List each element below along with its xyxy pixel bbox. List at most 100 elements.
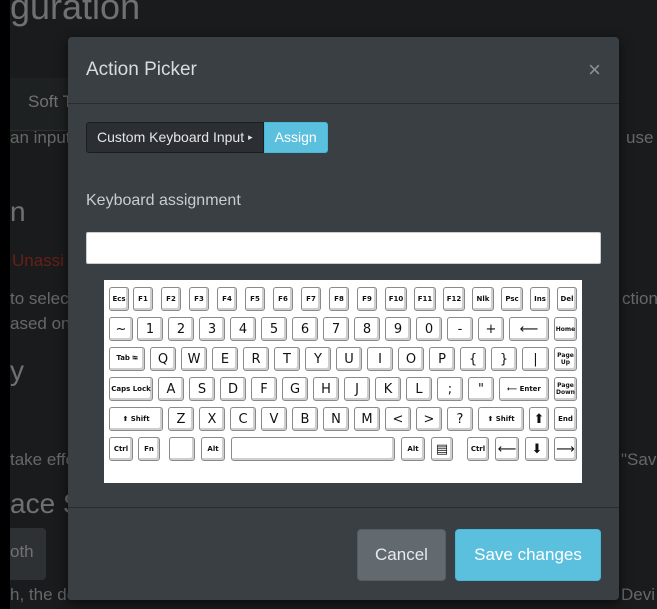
key-windows[interactable] [169, 437, 195, 461]
key-a[interactable]: A [158, 377, 184, 401]
key-x[interactable]: X [199, 407, 225, 431]
key-left-alt[interactable]: Alt [201, 437, 225, 461]
key-esc[interactable]: Ecs [109, 287, 129, 311]
modal-footer: Cancel Save changes [68, 507, 619, 601]
key-printscreen[interactable]: Psc [501, 287, 523, 311]
key-6[interactable]: 6 [292, 317, 318, 341]
key-f8[interactable]: F8 [329, 287, 349, 311]
key-q[interactable]: Q [150, 347, 176, 371]
key-f4[interactable]: F4 [217, 287, 237, 311]
key-f9[interactable]: F9 [357, 287, 377, 311]
key-f5[interactable]: F5 [245, 287, 265, 311]
key-p[interactable]: P [429, 347, 455, 371]
key-delete[interactable]: Del [557, 287, 577, 311]
modal-header: Action Picker × [68, 37, 619, 104]
key-greater-than[interactable]: > [416, 407, 442, 431]
action-type-dropdown[interactable]: Custom Keyboard Input ▸ [86, 122, 264, 153]
key-d[interactable]: D [220, 377, 246, 401]
key-f12[interactable]: F12 [443, 287, 465, 311]
key-left-ctrl[interactable]: Ctrl [109, 437, 133, 461]
key-enter[interactable]: ⟵ Enter [499, 377, 549, 401]
key-l[interactable]: L [406, 377, 432, 401]
key-minus[interactable]: - [447, 317, 473, 341]
key-3[interactable]: 3 [199, 317, 225, 341]
key-fn[interactable]: Fn [138, 437, 160, 461]
key-tab[interactable]: Tab ⭾ [109, 347, 145, 371]
key-insert[interactable]: Ins [530, 287, 550, 311]
key-o[interactable]: O [398, 347, 424, 371]
key-f11[interactable]: F11 [414, 287, 436, 311]
key-1[interactable]: 1 [137, 317, 163, 341]
key-f[interactable]: F [251, 377, 277, 401]
key-8[interactable]: 8 [354, 317, 380, 341]
key-right-brace[interactable]: } [491, 347, 517, 371]
assign-button[interactable]: Assign [263, 122, 328, 153]
key-space[interactable] [231, 437, 395, 461]
key-f6[interactable]: F6 [273, 287, 293, 311]
key-pipe[interactable]: | [522, 347, 549, 371]
keyboard-assignment-label: Keyboard assignment [86, 192, 241, 209]
keyboard-assignment-input[interactable] [86, 232, 601, 264]
key-semicolon[interactable]: ; [437, 377, 463, 401]
key-n[interactable]: N [323, 407, 349, 431]
cancel-button[interactable]: Cancel [357, 529, 446, 581]
key-4[interactable]: 4 [230, 317, 256, 341]
key-7[interactable]: 7 [323, 317, 349, 341]
key-arrow-up[interactable]: ⬆ [529, 407, 549, 431]
key-left-brace[interactable]: { [460, 347, 486, 371]
key-right-alt[interactable]: Alt [401, 437, 425, 461]
caret-right-icon: ▸ [248, 132, 253, 142]
key-r[interactable]: R [243, 347, 269, 371]
key-m[interactable]: M [354, 407, 380, 431]
keyboard-image[interactable]: Ecs F1 F2 F3 F4 F5 F6 F7 F8 F9 F10 F11 F… [104, 280, 582, 483]
modal-title: Action Picker [86, 59, 197, 80]
key-page-down[interactable]: Page Down [554, 377, 577, 401]
key-less-than[interactable]: < [385, 407, 411, 431]
close-icon[interactable]: × [588, 57, 601, 83]
save-changes-button[interactable]: Save changes [455, 529, 601, 581]
key-g[interactable]: G [282, 377, 308, 401]
key-t[interactable]: T [274, 347, 300, 371]
key-s[interactable]: S [189, 377, 215, 401]
key-2[interactable]: 2 [168, 317, 194, 341]
key-numlock[interactable]: Nlk [472, 287, 494, 311]
key-backspace[interactable]: ⟵ [509, 317, 549, 341]
key-f7[interactable]: F7 [301, 287, 321, 311]
key-v[interactable]: V [261, 407, 287, 431]
action-picker-modal: Action Picker × Custom Keyboard Input ▸ … [68, 37, 619, 600]
dropdown-label: Custom Keyboard Input [97, 129, 245, 145]
key-5[interactable]: 5 [261, 317, 287, 341]
key-b[interactable]: B [292, 407, 318, 431]
key-k[interactable]: K [375, 377, 401, 401]
key-h[interactable]: H [313, 377, 339, 401]
key-c[interactable]: C [230, 407, 256, 431]
key-w[interactable]: W [181, 347, 207, 371]
key-e[interactable]: E [212, 347, 238, 371]
key-i[interactable]: I [367, 347, 393, 371]
key-0[interactable]: 0 [416, 317, 442, 341]
key-j[interactable]: J [344, 377, 370, 401]
key-menu[interactable]: ▤ [431, 437, 453, 461]
key-right-shift[interactable]: ⬆ Shift [478, 407, 524, 431]
key-u[interactable]: U [336, 347, 362, 371]
key-right-ctrl[interactable]: Ctrl [467, 437, 489, 461]
key-z[interactable]: Z [168, 407, 194, 431]
key-plus[interactable]: + [478, 317, 504, 341]
key-caps-lock[interactable]: Caps Lock [109, 377, 153, 401]
key-question[interactable]: ? [447, 407, 473, 431]
key-page-up[interactable]: Page Up [554, 347, 577, 371]
key-f1[interactable]: F1 [133, 287, 153, 311]
key-f3[interactable]: F3 [189, 287, 209, 311]
key-arrow-right[interactable]: ⟶ [554, 437, 577, 461]
key-9[interactable]: 9 [385, 317, 411, 341]
key-arrow-left[interactable]: ⟵ [495, 437, 519, 461]
key-f10[interactable]: F10 [385, 287, 407, 311]
key-arrow-down[interactable]: ⬇ [525, 437, 549, 461]
key-tilde[interactable]: ~ [109, 317, 133, 341]
key-f2[interactable]: F2 [161, 287, 181, 311]
key-end[interactable]: End [554, 407, 577, 431]
key-y[interactable]: Y [305, 347, 331, 371]
key-quote[interactable]: " [468, 377, 494, 401]
key-left-shift[interactable]: ⬆ Shift [109, 407, 163, 431]
key-home[interactable]: Home [554, 317, 577, 341]
